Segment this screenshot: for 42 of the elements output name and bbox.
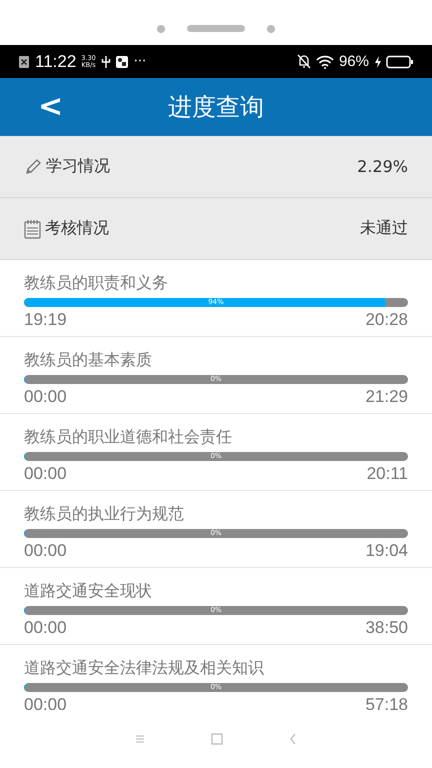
- elapsed-time: 00:00: [24, 541, 67, 561]
- lesson-title: 教练员的基本素质: [24, 349, 153, 371]
- more-indicator: ···: [134, 54, 146, 69]
- total-time: 38:50: [365, 618, 408, 638]
- back-button[interactable]: <: [30, 92, 72, 122]
- row-value: 未通过: [360, 218, 408, 239]
- lesson-title: 道路交通安全法律法规及相关知识: [24, 657, 265, 679]
- total-time: 57:18: [365, 695, 408, 710]
- battery-percent: 96%: [338, 53, 369, 70]
- total-time: 20:11: [366, 464, 408, 484]
- lesson-title: 道路交通安全现状: [24, 580, 153, 602]
- notepad-icon: [24, 218, 41, 238]
- muted-bell-icon: [296, 54, 311, 69]
- elapsed-time: 00:00: [24, 618, 67, 638]
- row-label: 学习情况: [46, 156, 110, 177]
- app-icon: [114, 54, 129, 68]
- lesson-title: 教练员的执业行为规范: [24, 503, 185, 525]
- lesson-title: 教练员的职责和义务: [24, 272, 169, 294]
- pencil-icon: [24, 158, 42, 176]
- row-label: 考核情况: [45, 218, 109, 239]
- clock-time: 11:22: [35, 52, 76, 72]
- usb-icon: [100, 54, 111, 68]
- page-title: 进度查询: [168, 92, 264, 123]
- menu-icon[interactable]: [135, 734, 145, 744]
- row-value: 2.29%: [357, 157, 408, 176]
- charging-icon: [374, 54, 382, 68]
- sensor-dot: [267, 24, 275, 32]
- speaker-slot: [187, 25, 245, 32]
- total-time: 21:29: [365, 387, 408, 407]
- wifi-icon: [316, 54, 334, 68]
- camera-dot: [157, 24, 165, 32]
- total-time: 19:04: [365, 541, 408, 561]
- elapsed-time: 19:19: [24, 310, 67, 330]
- elapsed-time: 00:00: [24, 387, 67, 407]
- lesson-title: 教练员的职业道德和社会责任: [24, 426, 233, 448]
- back-icon[interactable]: [289, 733, 297, 745]
- battery-icon: [386, 54, 414, 68]
- home-icon[interactable]: [211, 733, 223, 745]
- elapsed-time: 00:00: [24, 695, 67, 710]
- elapsed-time: 00:00: [24, 464, 67, 484]
- total-time: 20:28: [365, 310, 408, 330]
- sim-icon: [18, 54, 30, 68]
